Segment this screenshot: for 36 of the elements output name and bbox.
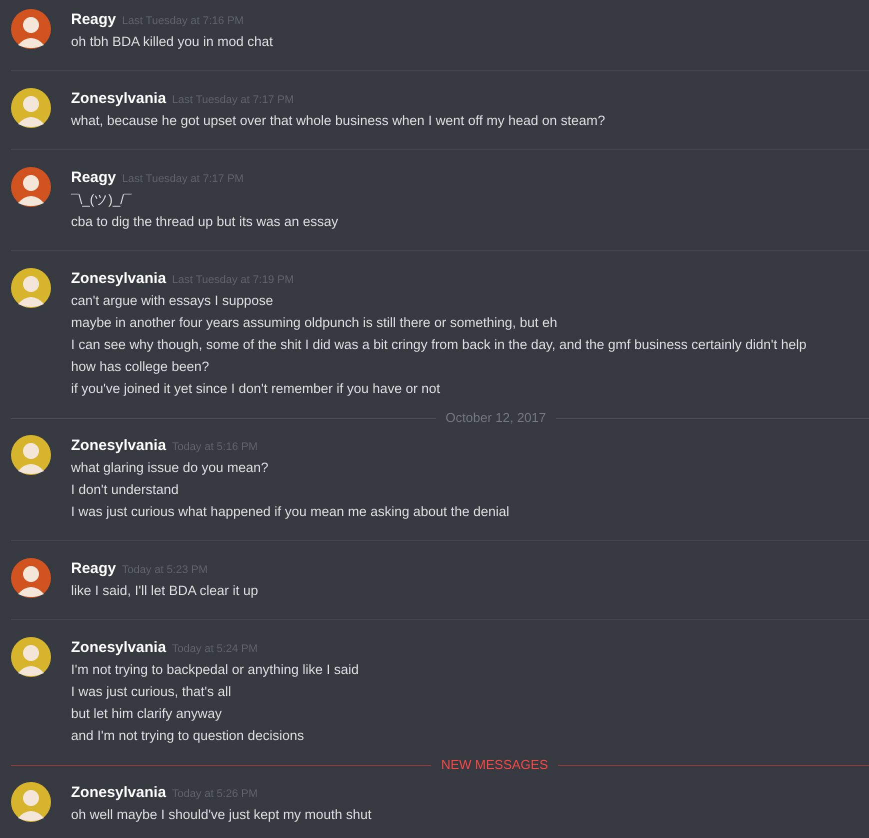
message-text: but let him clarify anyway [71,705,223,723]
username[interactable]: Reagy [71,558,116,580]
avatar[interactable] [11,637,51,677]
message-text: maybe in another four years assuming oldpunch is still there or something, but eh [71,314,558,332]
message-text: oh well maybe I should've just kept my mouth shut [71,806,372,824]
avatar[interactable] [11,782,51,822]
avatar[interactable] [11,435,51,475]
message-text: I don't understand [71,481,180,499]
message-text: I was just curious what happened if you mean me asking about the denial [71,503,510,521]
avatar[interactable] [11,268,51,308]
avatar[interactable] [11,167,51,207]
username[interactable]: Reagy [71,167,116,189]
username[interactable]: Reagy [71,9,116,31]
avatar[interactable] [11,88,51,128]
username[interactable]: Zonesylvania [71,88,166,110]
date-label: October 12, 2017 [444,410,547,426]
message-text: and I'm not trying to question decisions [71,727,305,745]
message-text: I'm not trying to backpedal or anything like I said [71,661,359,679]
message-text: ¯\_(ツ)_/¯ [71,191,132,209]
message-text: cba to dig the thread up but its was an essay [71,213,338,231]
username[interactable]: Zonesylvania [71,637,166,659]
message-text: what glaring issue do you mean? [71,459,270,477]
message-text: what, because he got upset over that whole business when I went off my head on steam? [71,112,606,130]
message-text: like I said, I'll let BDA clear it up [71,582,258,600]
username[interactable]: Zonesylvania [71,268,166,290]
avatar[interactable] [11,9,51,49]
message-text: I was just curious, that's all [71,683,232,701]
message-text: if you've joined it yet since I don't remember if you have or not [71,380,442,398]
message-text: how has college been? [71,358,210,376]
username[interactable]: Zonesylvania [71,435,166,457]
username[interactable]: Zonesylvania [71,782,166,804]
message-text: can't argue with essays I suppose [71,292,274,310]
new-messages-label: NEW MESSAGES [440,757,549,773]
avatar[interactable] [11,558,51,598]
message-text: I can see why though, some of the shit I did was a bit cringy from back in the day, and the gmf business certainly didn't help [71,336,806,354]
message-text: oh tbh BDA killed you in mod chat [71,33,273,51]
